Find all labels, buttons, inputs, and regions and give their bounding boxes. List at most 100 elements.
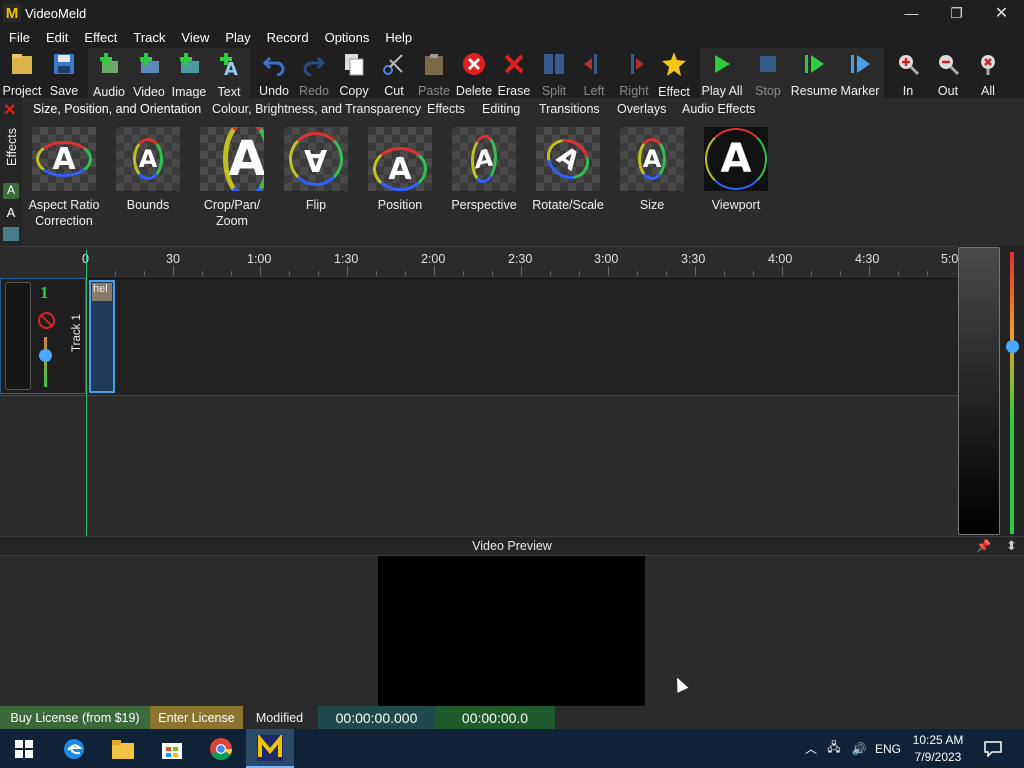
app-logo-icon: M: [3, 4, 21, 22]
undo-button[interactable]: Undo: [254, 48, 294, 98]
effects-text-tab-icon[interactable]: A: [3, 205, 19, 221]
effect-aspect-ratio[interactable]: A Aspect Ratio Correction: [22, 127, 106, 229]
play-all-button[interactable]: Play All: [702, 48, 743, 98]
effects-side-label[interactable]: Effects: [5, 125, 19, 169]
zoom-out-button[interactable]: Out: [928, 48, 968, 98]
chrome-icon[interactable]: [197, 729, 245, 768]
clock[interactable]: 10:25 AM 7/9/2023: [906, 729, 970, 768]
trim-left-icon: [581, 51, 607, 76]
track-number: 1: [40, 283, 49, 302]
tab-overlays[interactable]: Overlays: [617, 102, 666, 116]
tab-effects[interactable]: Effects: [427, 102, 465, 116]
resume-button[interactable]: Resume: [791, 48, 837, 98]
enter-license-button[interactable]: Enter License: [150, 706, 243, 729]
tab-transitions[interactable]: Transitions: [539, 102, 600, 116]
add-image-button[interactable]: Image: [169, 48, 209, 99]
bounds-icon: A: [116, 127, 180, 191]
menu-help[interactable]: Help: [385, 30, 412, 45]
menu-file[interactable]: File: [9, 30, 30, 45]
master-volume-slider[interactable]: [1010, 252, 1014, 534]
track-gain-handle[interactable]: [39, 349, 52, 362]
menu-options[interactable]: Options: [325, 30, 370, 45]
stop-button[interactable]: Stop: [748, 48, 788, 98]
videomeld-taskbar-icon[interactable]: [246, 729, 294, 768]
preview-screen[interactable]: [378, 556, 645, 706]
minimize-button[interactable]: —: [889, 0, 934, 26]
pin-icon[interactable]: 📌: [976, 539, 991, 553]
tab-audio-effects[interactable]: Audio Effects: [682, 102, 755, 116]
tab-size-position[interactable]: Size, Position, and Orientation: [33, 102, 201, 116]
language-indicator[interactable]: ENG: [873, 729, 903, 768]
marker-button[interactable]: Marker: [840, 48, 880, 98]
position-icon: A: [368, 127, 432, 191]
mute-icon[interactable]: [38, 312, 55, 329]
erase-label: Erase: [497, 84, 531, 98]
project-button[interactable]: Project: [2, 48, 42, 98]
flip-icon: A: [284, 127, 348, 191]
add-video-button[interactable]: Video: [129, 48, 169, 99]
effects-size-tab-icon[interactable]: A: [3, 183, 19, 199]
buy-license-button[interactable]: Buy License (from $19): [0, 706, 150, 729]
menu-effect[interactable]: Effect: [84, 30, 117, 45]
paste-button[interactable]: Paste: [414, 48, 454, 98]
close-effects-icon[interactable]: ✕: [3, 100, 16, 120]
ruler-label: 1:30: [334, 252, 359, 266]
erase-button[interactable]: Erase: [494, 48, 534, 98]
ruler-tick: [173, 266, 174, 276]
playhead[interactable]: [86, 250, 87, 536]
zoom-all-button[interactable]: All: [968, 48, 1008, 98]
menu-record[interactable]: Record: [267, 30, 309, 45]
left-button[interactable]: Left: [574, 48, 614, 98]
delete-button[interactable]: Delete: [454, 48, 494, 98]
effect-position[interactable]: A Position: [358, 127, 442, 213]
master-volume-handle[interactable]: [1006, 340, 1019, 353]
save-button[interactable]: Save: [44, 48, 84, 98]
menu-view[interactable]: View: [181, 30, 209, 45]
effect-flip[interactable]: A Flip: [274, 127, 358, 213]
ruler-label: 2:00: [421, 252, 446, 266]
folder-icon: [9, 51, 35, 76]
effect-viewport[interactable]: A Viewport: [694, 127, 778, 213]
track-volume-box[interactable]: [5, 282, 31, 390]
restore-button[interactable]: ❐: [934, 0, 979, 26]
add-text-button[interactable]: A Text: [209, 48, 249, 99]
close-button[interactable]: ✕: [979, 0, 1024, 26]
timeline-ruler[interactable]: 0 30 1:00 1:30 2:00 2:30 3:00 3:30 4:00 …: [0, 246, 958, 276]
effect-crop-pan-zoom[interactable]: A Crop/Pan/ Zoom: [190, 127, 274, 229]
split-button[interactable]: Split: [534, 48, 574, 98]
redo-icon: [301, 51, 327, 76]
store-icon[interactable]: [148, 729, 196, 768]
size-icon: A: [620, 127, 684, 191]
zoom-in-button[interactable]: In: [888, 48, 928, 98]
effect-size[interactable]: A Size: [610, 127, 694, 213]
star-icon: [661, 51, 687, 77]
effect-perspective[interactable]: A Perspective: [442, 127, 526, 213]
zoom-out-icon: [935, 51, 961, 76]
file-explorer-icon[interactable]: [99, 729, 147, 768]
edge-browser-icon[interactable]: [50, 729, 98, 768]
effect-rotate-scale[interactable]: A Rotate/Scale: [526, 127, 610, 213]
menu-edit[interactable]: Edit: [46, 30, 68, 45]
tray-chevron-icon[interactable]: ︿: [802, 729, 820, 768]
redo-button[interactable]: Redo: [294, 48, 334, 98]
resize-icon[interactable]: ⬍: [1006, 538, 1017, 554]
track-row[interactable]: [0, 278, 958, 396]
copy-button[interactable]: Copy: [334, 48, 374, 98]
effects-image-tab-icon[interactable]: [3, 227, 19, 241]
volume-icon[interactable]: 🔊: [848, 729, 870, 768]
right-button[interactable]: Right: [614, 48, 654, 98]
effect-button[interactable]: Effect: [654, 48, 694, 99]
track-gain-slider[interactable]: [44, 337, 47, 387]
notifications-icon[interactable]: [978, 729, 1008, 768]
menu-track[interactable]: Track: [133, 30, 165, 45]
windows-start-icon[interactable]: [0, 729, 48, 768]
tab-editing[interactable]: Editing: [482, 102, 520, 116]
track-header[interactable]: 1 Track 1: [0, 278, 86, 394]
cut-button[interactable]: Cut: [374, 48, 414, 98]
add-audio-button[interactable]: Audio: [89, 48, 129, 99]
network-icon[interactable]: 🖧: [824, 729, 844, 768]
effect-bounds[interactable]: A Bounds: [106, 127, 190, 213]
menu-play[interactable]: Play: [225, 30, 250, 45]
tab-colour-brightness[interactable]: Colour, Brightness, and Transparency: [212, 102, 421, 116]
timeline-clip[interactable]: hel: [89, 280, 115, 393]
